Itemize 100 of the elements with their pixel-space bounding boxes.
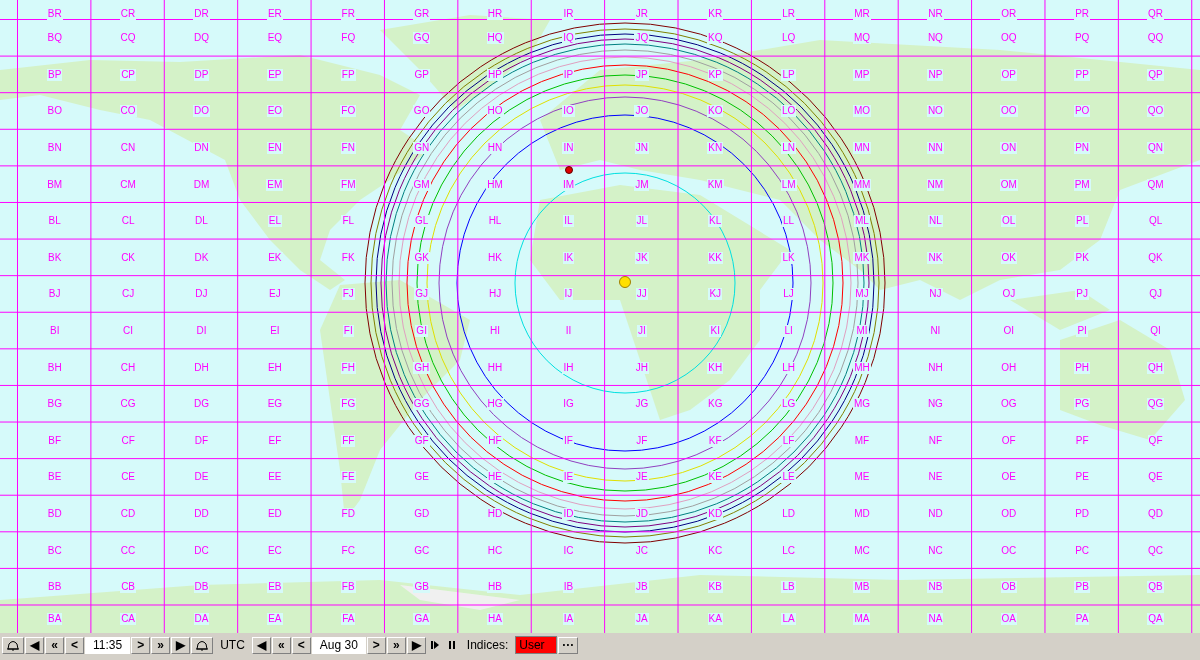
- grid-square-label: JI: [636, 325, 647, 338]
- grid-square-label: QD: [1147, 508, 1165, 520]
- grid-square-label: BQ: [46, 32, 63, 45]
- nav-button[interactable]: <: [291, 636, 311, 654]
- grid-square-label: FG: [340, 398, 357, 411]
- grid-square-label: QB: [1147, 581, 1164, 594]
- grid-square-label: KR: [707, 8, 724, 20]
- pause-icon: [446, 640, 457, 650]
- grid-square-label: LN: [781, 142, 796, 155]
- grid-square-label: MB: [853, 581, 871, 594]
- grid-square-label: IJ: [563, 288, 574, 301]
- grid-square-label: LA: [781, 613, 796, 625]
- grid-square-label: CA: [120, 613, 137, 625]
- grid-square-label: NR: [927, 8, 944, 20]
- grid-square-label: PI: [1076, 325, 1088, 338]
- value-field[interactable]: 11:35: [85, 636, 131, 654]
- value-field[interactable]: Aug 30: [311, 636, 366, 654]
- grid-square-label: QJ: [1148, 288, 1163, 301]
- grid-square-label: FO: [340, 105, 357, 118]
- grid-square-label: MN: [853, 142, 871, 155]
- grid-square-label: NN: [927, 142, 944, 155]
- grid-square-label: JQ: [634, 32, 650, 45]
- grid-square-label: GR: [413, 8, 431, 20]
- grid-square-label: IR: [562, 8, 575, 20]
- grid-square-label: HA: [487, 613, 503, 625]
- grid-square-label: KI: [709, 325, 721, 338]
- alarm-button[interactable]: [191, 636, 214, 654]
- grid-square-label: GI: [415, 325, 428, 338]
- grid-square-label: ML: [854, 215, 870, 228]
- grid-square-label: MJ: [854, 288, 870, 301]
- grid-square-label: GN: [413, 142, 431, 155]
- grid-square-label: LB: [781, 581, 796, 594]
- indices-field[interactable]: User: [515, 636, 558, 654]
- grid-square-label: GD: [413, 508, 431, 520]
- grid-square-label: PB: [1074, 581, 1090, 594]
- grid-square-label: CB: [120, 581, 137, 594]
- grid-square-label: EB: [267, 581, 283, 594]
- grid-square-label: QN: [1147, 142, 1165, 155]
- grid-square-label: QA: [1147, 613, 1164, 625]
- nav-button[interactable]: >: [366, 636, 386, 654]
- bell-icon: [6, 639, 20, 651]
- grid-square-label: ND: [927, 508, 944, 520]
- nav-button[interactable]: >: [131, 636, 151, 654]
- grid-square-label: QI: [1149, 325, 1162, 338]
- grid-square-label: QR: [1147, 8, 1165, 20]
- toolbar-label: Indices:: [465, 638, 510, 652]
- grid-square-label: MR: [853, 8, 871, 20]
- grid-square-label: PN: [1074, 142, 1091, 155]
- grid-square-label: FQ: [340, 32, 357, 45]
- grid-square-label: LR: [781, 8, 796, 20]
- grid-square-label: NB: [927, 581, 944, 594]
- grid-square-label: KJ: [708, 288, 723, 301]
- grid-square-label: MD: [853, 508, 871, 520]
- nav-button[interactable]: <: [65, 636, 84, 654]
- grid-square-label: IN: [562, 142, 575, 155]
- grid-square-label: EA: [267, 613, 283, 625]
- grid-square-label: LI: [783, 325, 794, 338]
- location-marker: [565, 166, 573, 174]
- grid-square-label: KD: [707, 508, 724, 520]
- grid-square-label: IF: [563, 434, 574, 447]
- grid-square-label: MI: [855, 325, 869, 338]
- grid-square-label: LL: [782, 215, 796, 228]
- grid-square-label: KN: [707, 142, 724, 155]
- grid-square-label: ID: [562, 508, 575, 520]
- grid-square-label: QE: [1147, 471, 1164, 484]
- grid-square-label: GA: [413, 613, 430, 625]
- grid-square-label: IQ: [562, 32, 575, 45]
- grid-square-label: LD: [781, 508, 796, 520]
- nav-button[interactable]: »: [386, 636, 406, 654]
- grid-square-label: PL: [1075, 215, 1090, 228]
- nav-button[interactable]: ◀: [25, 636, 44, 654]
- grid-square-label: PR: [1074, 8, 1091, 20]
- grid-square-label: GB: [413, 581, 430, 594]
- grid-square-label: HE: [487, 471, 503, 484]
- grid-square-label: PJ: [1075, 288, 1089, 301]
- grid-square-label: GJ: [414, 288, 430, 301]
- grid-square-label: OD: [1000, 508, 1018, 520]
- nav-button[interactable]: ···: [558, 636, 579, 654]
- sun-marker: [619, 276, 631, 288]
- nav-button[interactable]: «: [45, 636, 64, 654]
- toolbar-label: UTC: [219, 638, 246, 652]
- nav-button[interactable]: «: [271, 636, 291, 654]
- grid-square-label: DN: [193, 142, 210, 155]
- grid-square-label: OR: [1000, 8, 1018, 20]
- grid-square-label: ON: [1000, 142, 1018, 155]
- nav-button[interactable]: ▶: [406, 636, 426, 654]
- bell-icon: [195, 639, 210, 651]
- nav-button[interactable]: ▶: [171, 636, 191, 654]
- alarm-button[interactable]: [2, 636, 24, 654]
- grid-square-label: DD: [193, 508, 210, 520]
- grid-square-label: IO: [562, 105, 575, 118]
- grid-square-label: HB: [487, 581, 503, 594]
- grid-square-label: IL: [563, 215, 574, 228]
- step-icon: [429, 640, 440, 650]
- nav-button[interactable]: ◀: [251, 636, 271, 654]
- grid-square-label: DR: [193, 8, 210, 20]
- grid-square-label: LJ: [782, 288, 795, 301]
- grid-square-label: OJ: [1001, 288, 1017, 301]
- grid-square-label: FI: [342, 325, 354, 338]
- nav-button[interactable]: »: [151, 636, 171, 654]
